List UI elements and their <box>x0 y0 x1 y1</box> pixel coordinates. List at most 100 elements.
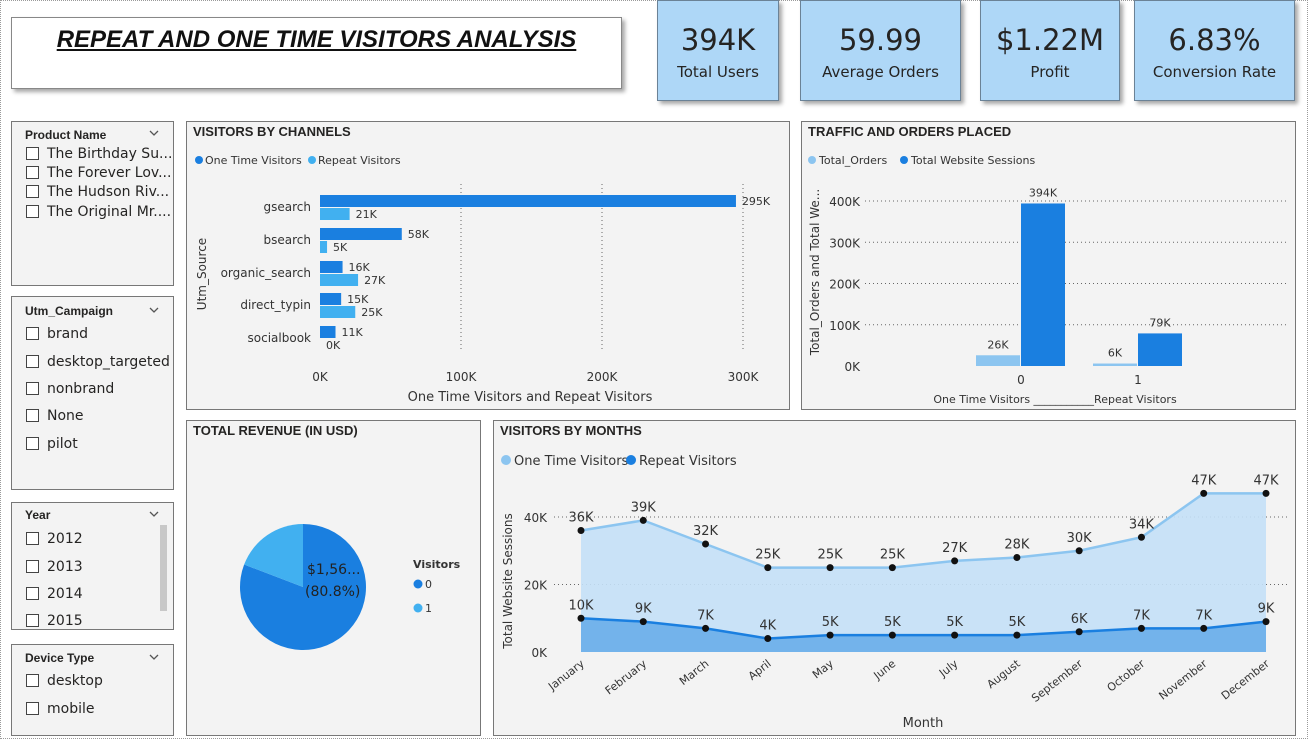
y-tick-label: 40K <box>524 511 548 525</box>
data-label: 25K <box>880 548 906 563</box>
slicer-option[interactable]: brand <box>26 326 88 342</box>
slicer-option[interactable]: The Original Mr.... <box>26 204 171 220</box>
legend-label: 1 <box>425 602 432 615</box>
data-point <box>1013 631 1021 639</box>
x-tick-label: November <box>1156 657 1209 703</box>
legend-marker-icon <box>195 156 203 164</box>
slicer-title: Year <box>25 508 51 522</box>
slicer-option[interactable]: 2014 <box>26 586 83 602</box>
kpi-card-total-users[interactable]: 394K Total Users <box>657 0 779 101</box>
traffic-orders-chart[interactable]: Total_Orders Total Website Sessions 0K 100K… <box>802 122 1295 409</box>
kpi-card-profit[interactable]: $1.22M Profit <box>980 0 1120 101</box>
slicer-option[interactable]: The Hudson Riv... <box>26 184 171 200</box>
total-revenue-panel[interactable]: TOTAL REVENUE (IN USD) $1,56... (80.8%) Vi… <box>186 420 481 736</box>
data-label: 39K <box>631 500 657 515</box>
scrollbar-thumb[interactable] <box>160 525 167 611</box>
visitors-by-channels-chart[interactable]: One Time Visitors Repeat Visitors 0K 100K 20… <box>187 122 789 409</box>
kpi-value: 6.83% <box>1168 23 1261 57</box>
x-tick-label: June <box>871 657 899 683</box>
chevron-down-icon[interactable] <box>149 652 159 662</box>
total-revenue-chart[interactable]: $1,56... (80.8%) Visitors 0 1 <box>187 421 480 735</box>
x-tick-label: January <box>545 657 587 694</box>
slicer-option[interactable]: 2015 <box>26 613 83 629</box>
checkbox-icon[interactable] <box>26 702 39 715</box>
report-title: REPEAT AND ONE TIME VISITORS ANALYSIS <box>56 26 577 53</box>
y-tick-label: 0K <box>844 360 861 374</box>
bar <box>1093 363 1137 366</box>
x-tick-label: 300K <box>728 370 760 384</box>
data-point <box>1262 489 1270 497</box>
slicer-option[interactable]: pilot <box>26 436 78 452</box>
kpi-card-average-orders[interactable]: 59.99 Average Orders <box>800 0 961 101</box>
checkbox-icon[interactable] <box>26 409 39 422</box>
chevron-down-icon[interactable] <box>149 305 159 315</box>
data-point <box>577 614 585 622</box>
checkbox-icon[interactable] <box>26 614 39 627</box>
y-axis-title: Utm_Source <box>195 238 209 310</box>
chevron-down-icon[interactable] <box>149 509 159 519</box>
visitors-by-months-panel[interactable]: VISITORS BY MONTHS One Time Visitors Repe… <box>493 420 1296 736</box>
checkbox-icon[interactable] <box>26 147 39 160</box>
checkbox-icon[interactable] <box>26 437 39 450</box>
checkbox-icon[interactable] <box>26 382 39 395</box>
data-point <box>702 540 710 548</box>
data-point <box>826 564 834 572</box>
slicer-option-label: None <box>47 408 84 424</box>
visitors-by-channels-panel[interactable]: VISITORS BY CHANNELS One Time Visitors Re… <box>186 121 790 410</box>
x-tick-label: October <box>1105 657 1148 695</box>
checkbox-icon[interactable] <box>26 587 39 600</box>
slicer-product-name[interactable]: Product Name The Birthday Su... The Fore… <box>11 121 174 286</box>
slicer-utm-campaign[interactable]: Utm_Campaign brand desktop_targeted nonb… <box>11 296 174 490</box>
bar <box>320 261 343 273</box>
slicer-device-type[interactable]: Device Type desktop mobile <box>11 644 174 736</box>
data-label: 26K <box>987 338 1009 351</box>
traffic-orders-panel[interactable]: TRAFFIC AND ORDERS PLACED Total_Orders To… <box>801 121 1296 410</box>
checkbox-icon[interactable] <box>26 355 39 368</box>
slicer-option[interactable]: nonbrand <box>26 381 114 397</box>
slicer-title: Utm_Campaign <box>25 304 114 318</box>
slicer-option-label: 2012 <box>47 531 83 547</box>
data-point <box>577 527 585 534</box>
checkbox-icon[interactable] <box>26 532 39 545</box>
bar <box>976 355 1020 366</box>
slicer-option-label: pilot <box>47 436 78 452</box>
slice-value-label: $1,56... <box>307 562 360 578</box>
slicer-option[interactable]: desktop <box>26 673 103 689</box>
legend-marker-icon <box>808 156 816 164</box>
slicer-option-label: The Hudson Riv... <box>47 184 170 200</box>
data-label: 9K <box>1258 602 1275 617</box>
slicer-option[interactable]: 2013 <box>26 559 83 575</box>
kpi-card-conversion-rate[interactable]: 6.83% Conversion Rate <box>1134 0 1295 101</box>
data-point <box>639 516 647 524</box>
checkbox-icon[interactable] <box>26 327 39 340</box>
x-tick-label: 0K <box>312 370 329 384</box>
slicer-option[interactable]: mobile <box>26 701 94 717</box>
slicer-option-label: 2014 <box>47 586 83 602</box>
data-label: 25K <box>818 548 844 563</box>
bar <box>320 241 328 253</box>
data-point <box>1075 547 1083 555</box>
visitors-by-months-chart[interactable]: One Time Visitors Repeat Visitors 0K 20K 40K… <box>494 421 1295 735</box>
legend-label: 0 <box>425 578 432 591</box>
y-tick-label: bsearch <box>264 233 311 247</box>
checkbox-icon[interactable] <box>26 205 39 218</box>
slicer-option[interactable]: desktop_targeted <box>26 354 170 370</box>
data-point <box>826 631 834 639</box>
legend-label: One Time Visitors <box>205 154 302 167</box>
checkbox-icon[interactable] <box>26 166 39 179</box>
slicer-option[interactable]: None <box>26 408 84 424</box>
kpi-label: Profit <box>1030 63 1070 81</box>
slicer-option[interactable]: The Birthday Su... <box>26 146 171 162</box>
data-label: 394K <box>1029 186 1058 199</box>
slicer-option[interactable]: The Forever Lov... <box>26 165 171 181</box>
slicer-year[interactable]: Year 2012 2013 2014 2015 <box>11 502 174 630</box>
y-tick-label: 400K <box>829 195 861 209</box>
x-tick-label: 0 <box>1017 373 1025 387</box>
data-point <box>1200 489 1208 497</box>
checkbox-icon[interactable] <box>26 185 39 198</box>
slicer-option[interactable]: 2012 <box>26 531 83 547</box>
checkbox-icon[interactable] <box>26 674 39 687</box>
x-tick-label: December <box>1219 657 1272 703</box>
data-point <box>702 624 710 632</box>
checkbox-icon[interactable] <box>26 560 39 573</box>
